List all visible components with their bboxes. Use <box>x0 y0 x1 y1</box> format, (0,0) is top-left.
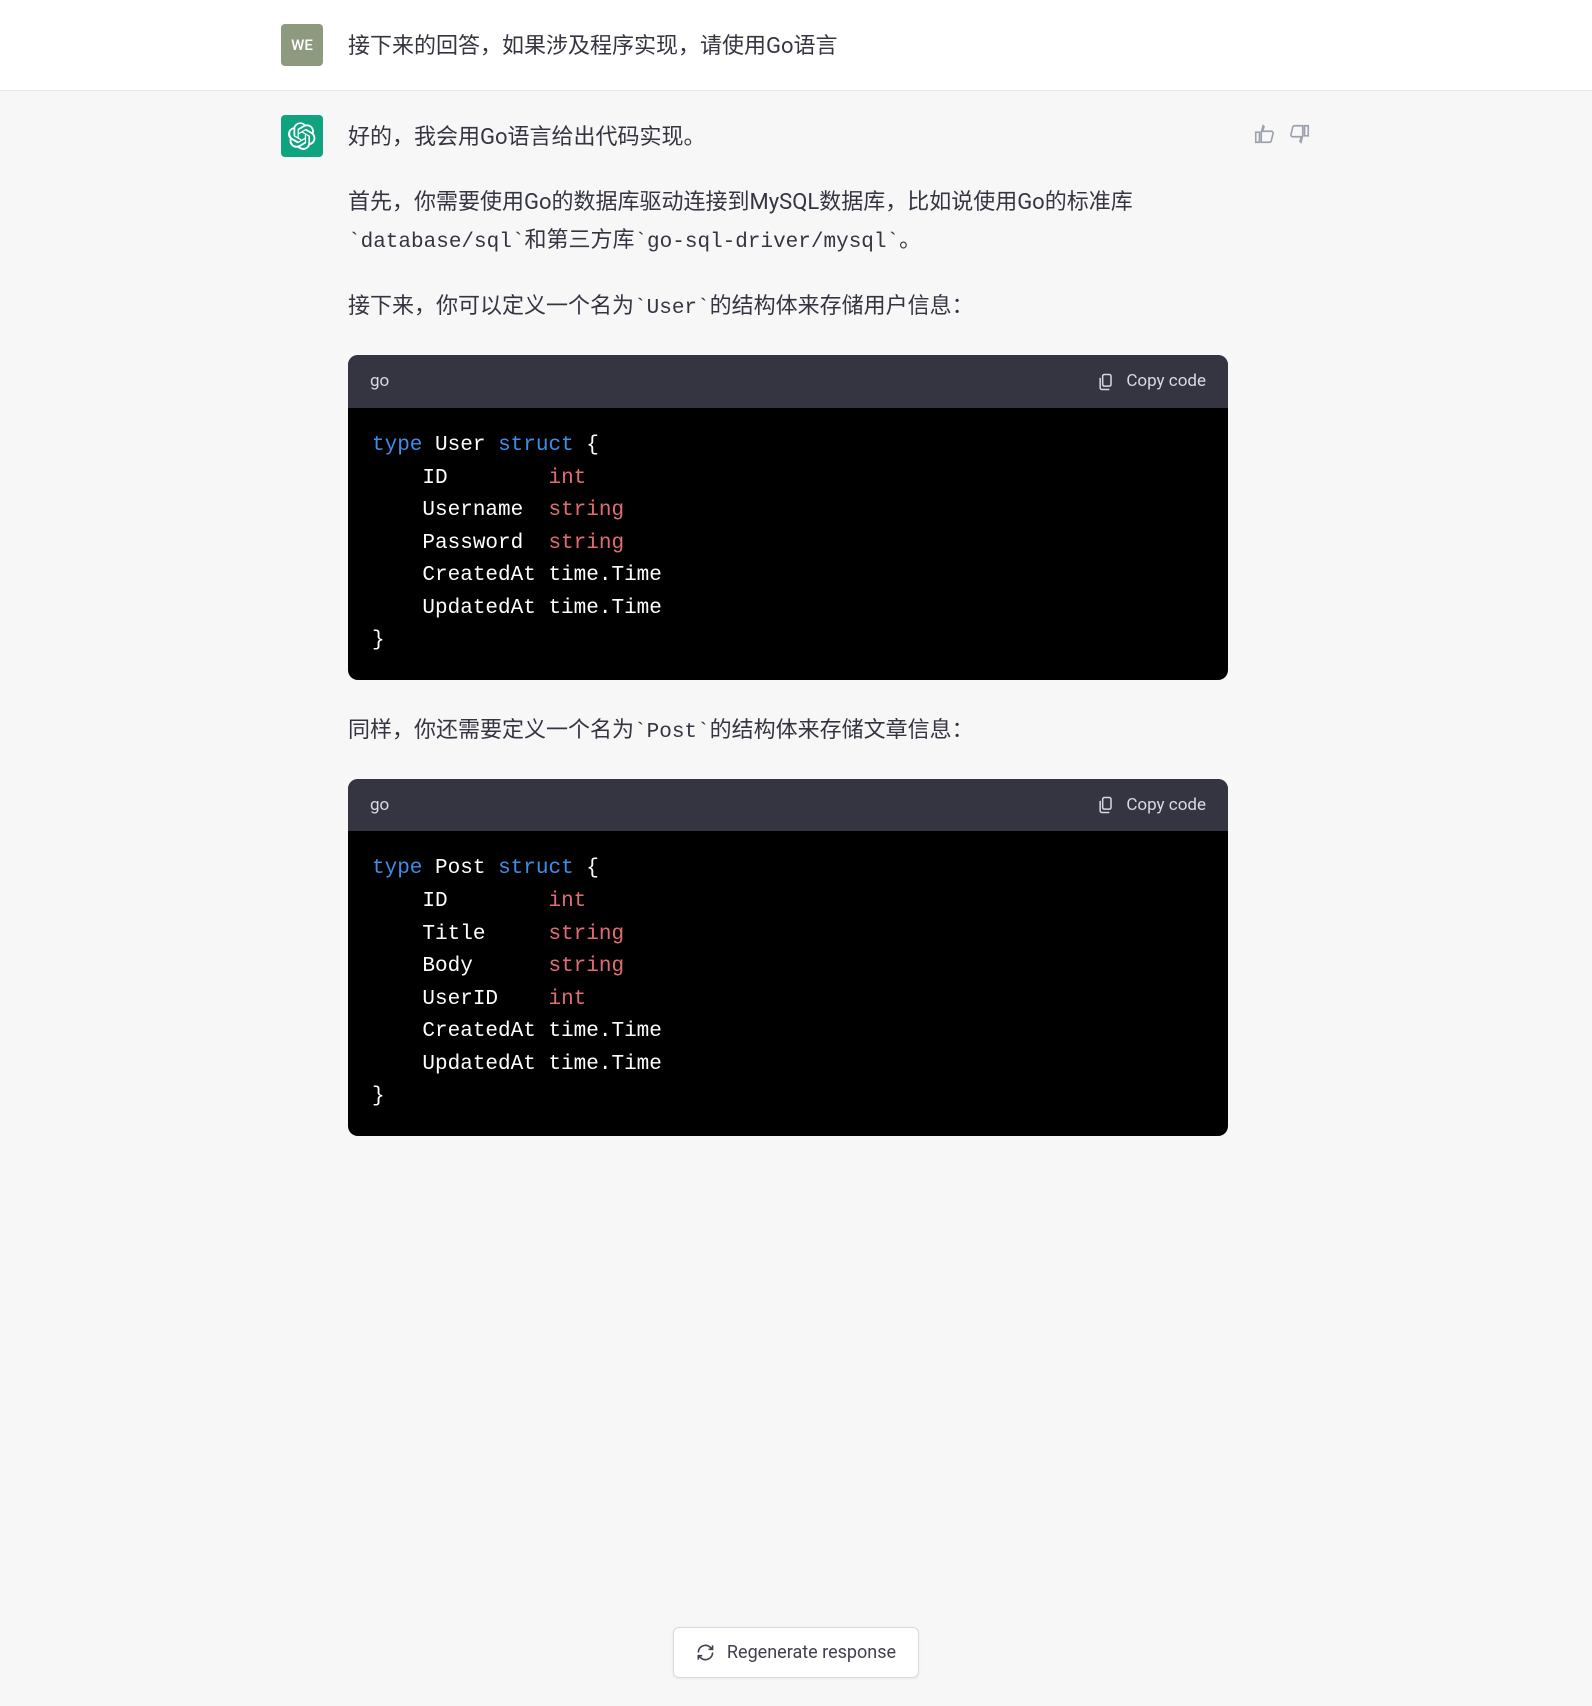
user-message-row: WE 接下来的回答，如果涉及程序实现，请使用Go语言 <box>0 0 1592 90</box>
code-block-post-struct: go Copy code type Post struct { ID int T… <box>348 779 1228 1136</box>
code-language-label: go <box>370 791 389 820</box>
inline-code: `User` <box>634 297 710 320</box>
clipboard-icon <box>1096 372 1116 392</box>
inline-code: `go-sql-driver/mysql` <box>634 231 899 254</box>
assistant-avatar <box>281 115 323 157</box>
copy-code-label: Copy code <box>1126 367 1206 396</box>
assistant-paragraph-1: 好的，我会用Go语言给出代码实现。 <box>348 119 1228 156</box>
clipboard-icon <box>1096 795 1116 815</box>
assistant-paragraph-3: 接下来，你可以定义一个名为`User`的结构体来存储用户信息： <box>348 288 1228 327</box>
thumbs-up-icon[interactable] <box>1253 123 1275 145</box>
code-language-label: go <box>370 367 389 396</box>
copy-code-label: Copy code <box>1126 791 1206 820</box>
assistant-paragraph-2: 首先，你需要使用Go的数据库驱动连接到MySQL数据库，比如说使用Go的标准库`… <box>348 184 1228 260</box>
assistant-paragraph-4: 同样，你还需要定义一个名为`Post`的结构体来存储文章信息： <box>348 712 1228 751</box>
code-body: type User struct { ID int Username strin… <box>348 408 1228 680</box>
user-avatar: WE <box>281 24 323 66</box>
thumbs-down-icon[interactable] <box>1289 123 1311 145</box>
copy-code-button[interactable]: Copy code <box>1096 367 1206 396</box>
user-message-text: 接下来的回答，如果涉及程序实现，请使用Go语言 <box>348 28 1226 65</box>
assistant-message-row: 好的，我会用Go语言给出代码实现。 首先，你需要使用Go的数据库驱动连接到MyS… <box>0 90 1592 1192</box>
regenerate-label: Regenerate response <box>727 1642 896 1663</box>
regenerate-response-button[interactable]: Regenerate response <box>673 1627 919 1678</box>
code-body: type Post struct { ID int Title string B… <box>348 831 1228 1135</box>
copy-code-button[interactable]: Copy code <box>1096 791 1206 820</box>
openai-logo-icon <box>288 122 316 150</box>
inline-code: `Post` <box>634 721 710 744</box>
refresh-icon <box>696 1643 715 1662</box>
inline-code: `database/sql` <box>348 231 524 254</box>
code-block-user-struct: go Copy code type User struct { ID int U… <box>348 355 1228 680</box>
feedback-actions <box>1253 115 1311 1168</box>
